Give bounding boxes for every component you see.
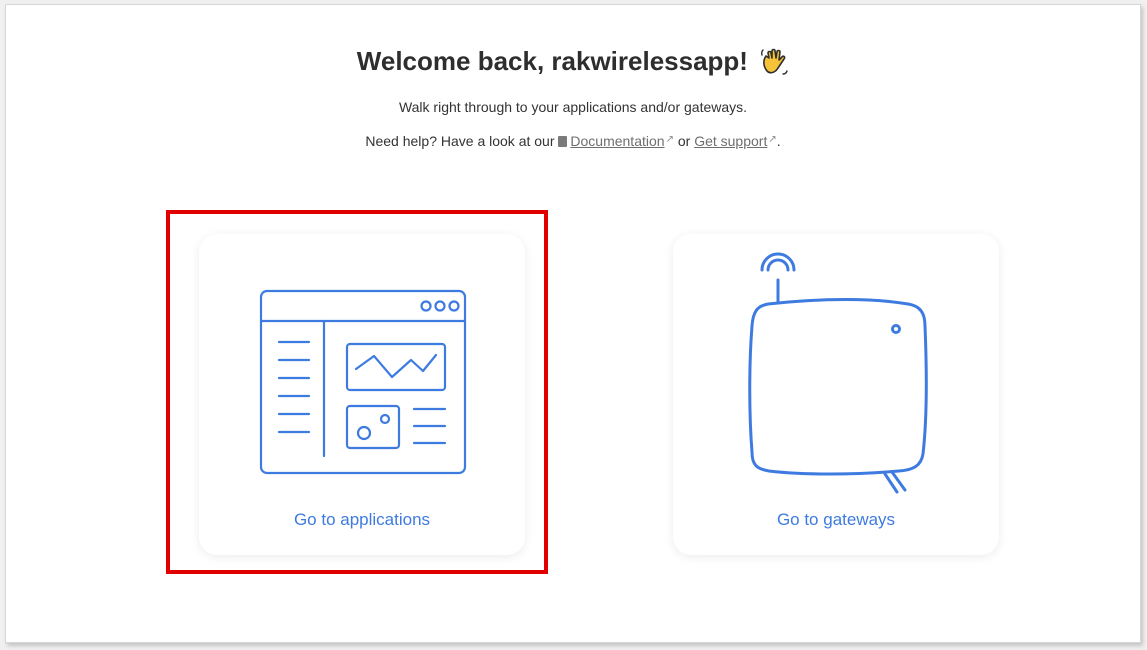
external-link-icon: ↗ [665,134,674,145]
page-frame: Welcome back, rakwirelessapp! Walk right… [5,4,1141,643]
gateways-card[interactable]: Go to gateways [673,234,999,555]
support-link[interactable]: Get support [694,133,767,149]
page-title: Welcome back, rakwirelessapp! [6,46,1140,84]
help-prefix: Need help? Have a look at our [365,133,555,149]
book-icon [558,136,568,147]
gateways-card-label: Go to gateways [776,510,896,529]
gateway-device-icon [748,252,928,494]
help-or: or [677,133,691,149]
help-suffix: . [776,133,781,149]
welcome-text: Welcome back, rakwirelessapp! [356,46,748,76]
applications-dashboard-icon [259,289,467,475]
subtitle: Walk right through to your applications … [398,99,748,115]
waving-hand-icon [759,47,789,84]
applications-card-label: Go to applications [293,510,431,529]
documentation-link[interactable]: Documentation [570,133,664,149]
applications-card[interactable]: Go to applications [199,234,525,555]
external-link-icon: ↗ [768,134,777,145]
help-line: Need help? Have a look at our Documentat… [6,133,1140,149]
